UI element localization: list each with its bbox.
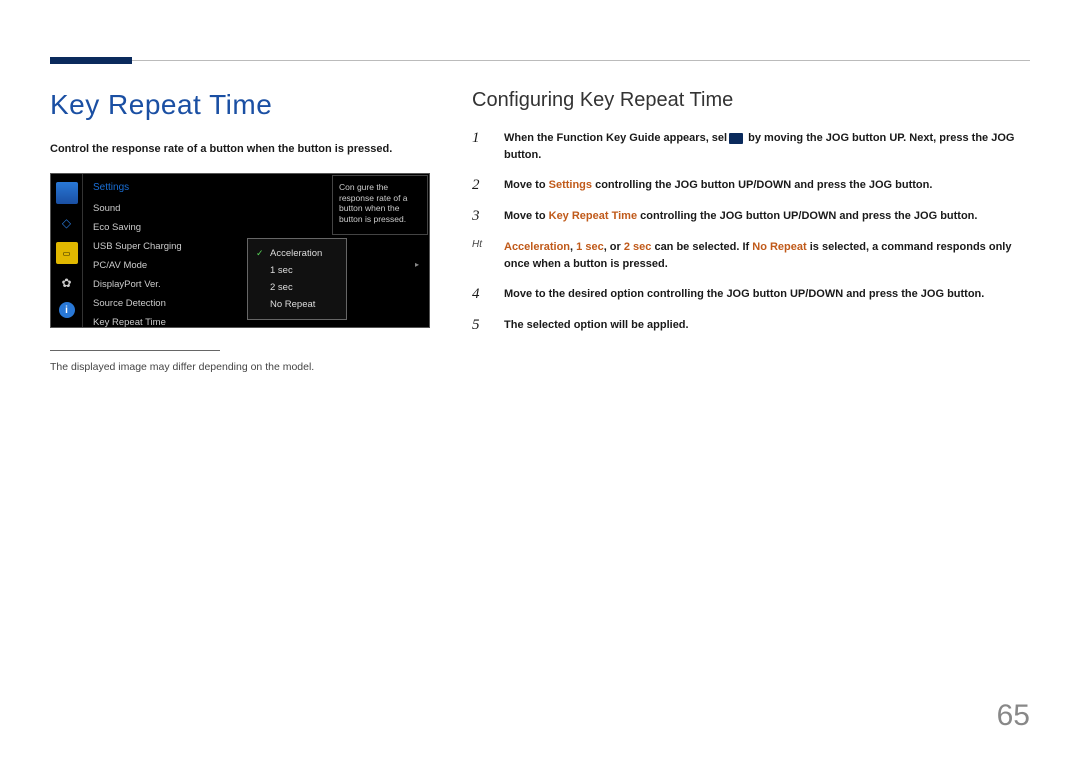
header-rule bbox=[50, 60, 1030, 61]
model-note: The displayed image may differ depending… bbox=[50, 361, 430, 373]
note-rule bbox=[50, 350, 220, 351]
page-number: 65 bbox=[997, 699, 1030, 733]
step-row: 2 Move to Settings controlling the JOG b… bbox=[472, 177, 1030, 194]
osd-popup-item: No Repeat bbox=[248, 296, 346, 313]
step-text: Move to the desired option controlling t… bbox=[504, 286, 1030, 303]
step-text: Acceleration, 1 sec, or 2 sec can be sel… bbox=[504, 239, 1030, 272]
osd-popup-item: 2 sec bbox=[248, 279, 346, 296]
osd-help-box: Con gure the response rate of a button w… bbox=[332, 175, 428, 235]
monitor-icon bbox=[56, 182, 78, 204]
step-number: 5 bbox=[472, 317, 490, 334]
step-number: 3 bbox=[472, 208, 490, 225]
step-text: Move to Key Repeat Time controlling the … bbox=[504, 208, 1030, 225]
step-text: The selected option will be applied. bbox=[504, 317, 1030, 334]
intro-text: Control the response rate of a button wh… bbox=[50, 143, 430, 155]
pip-icon: ◇ bbox=[56, 212, 78, 234]
section-heading: Key Repeat Time bbox=[50, 89, 430, 121]
osd-screenshot: ◇ ▭ ✿ i Settings Sound Eco SavingO USB S… bbox=[50, 173, 430, 328]
picture-icon: ▭ bbox=[56, 242, 78, 264]
osd-popup: Acceleration 1 sec 2 sec No Repeat bbox=[247, 238, 347, 320]
step-number: 4 bbox=[472, 286, 490, 303]
info-icon: i bbox=[59, 302, 75, 318]
step-row: 3 Move to Key Repeat Time controlling th… bbox=[472, 208, 1030, 225]
config-heading: Conﬁguring Key Repeat Time bbox=[472, 89, 1030, 112]
step-text: When the Function Key Guide appears, sel… bbox=[504, 130, 1030, 163]
step-number: 1 bbox=[472, 130, 490, 147]
step-number: 2 bbox=[472, 177, 490, 194]
step-row: Ht Acceleration, 1 sec, or 2 sec can be … bbox=[472, 239, 1030, 272]
gear-icon: ✿ bbox=[56, 272, 78, 294]
step-text: Move to Settings controlling the JOG but… bbox=[504, 177, 1030, 194]
menu-icon bbox=[729, 133, 743, 144]
osd-popup-item: 1 sec bbox=[248, 262, 346, 279]
osd-icon-strip: ◇ ▭ ✿ i bbox=[51, 174, 83, 327]
osd-menu: Settings Sound Eco SavingO USB Super Cha… bbox=[83, 174, 429, 327]
step-row: 1 When the Function Key Guide appears, s… bbox=[472, 130, 1030, 163]
step-row: 4 Move to the desired option controlling… bbox=[472, 286, 1030, 303]
osd-popup-item: Acceleration bbox=[248, 245, 346, 262]
step-row: 5 The selected option will be applied. bbox=[472, 317, 1030, 334]
hint-icon: Ht bbox=[472, 239, 490, 250]
